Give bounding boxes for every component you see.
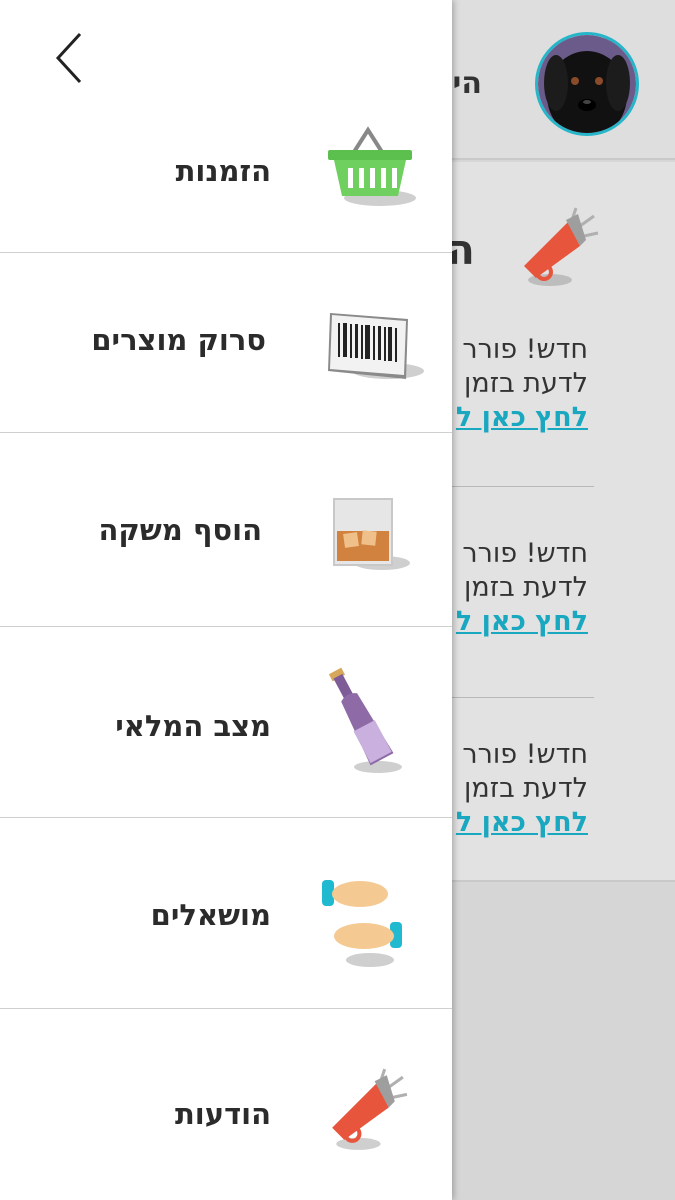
menu-item-label: סרוק מוצרים	[91, 323, 266, 357]
greeting-text: הי	[452, 66, 482, 101]
news-line: חדש! פורר	[462, 739, 588, 770]
whiskey-glass-icon	[333, 498, 410, 570]
news-item: חדש! פורר לדעת בזמן לחץ כאן ל	[456, 537, 588, 639]
hands-icon	[322, 880, 402, 967]
menu-item-label: הזמנות	[175, 154, 271, 188]
menu-item-scan[interactable]: סרוק מוצרים	[0, 253, 452, 433]
menu-item-borrowed[interactable]: מושאלים	[0, 818, 452, 1009]
news-line: לדעת בזמן	[464, 572, 588, 603]
basket-icon	[328, 126, 416, 206]
menu-item-messages[interactable]: הודעות	[0, 1009, 452, 1200]
menu-item-add-drink[interactable]: הוסף משקה	[0, 433, 452, 627]
menu-item-orders[interactable]: הזמנות	[0, 110, 452, 253]
news-line: לדעת בזמן	[464, 773, 588, 804]
megaphone-icon	[524, 207, 599, 286]
menu-item-label: הוסף משקה	[98, 513, 262, 547]
chevron-left-icon[interactable]	[48, 28, 96, 88]
menu-item-label: מצב המלאי	[115, 709, 271, 743]
news-link[interactable]: לחץ כאן ל	[456, 605, 588, 639]
barcode-icon	[328, 313, 424, 379]
menu-item-label: מושאלים	[150, 898, 271, 932]
news-item: חדש! פורר לדעת בזמן לחץ כאן ל	[456, 738, 588, 840]
navigation-drawer: הזמנות סרוק מוצרים הוסף משקה מצב המלאי מ…	[0, 0, 452, 1200]
bottle-icon	[328, 667, 402, 773]
divider	[440, 697, 594, 698]
menu-item-label: הודעות	[174, 1097, 271, 1131]
avatar[interactable]	[535, 32, 639, 136]
news-line: חדש! פורר	[462, 334, 588, 365]
news-link[interactable]: לחץ כאן ל	[456, 401, 588, 435]
news-line: חדש! פורר	[462, 538, 588, 569]
news-line: לדעת בזמן	[464, 368, 588, 399]
news-item: חדש! פורר לדעת בזמן לחץ כאן ל	[456, 333, 588, 435]
news-link[interactable]: לחץ כאן ל	[456, 806, 588, 840]
divider	[440, 486, 594, 487]
megaphone-icon	[332, 1068, 408, 1150]
menu-item-inventory[interactable]: מצב המלאי	[0, 627, 452, 818]
